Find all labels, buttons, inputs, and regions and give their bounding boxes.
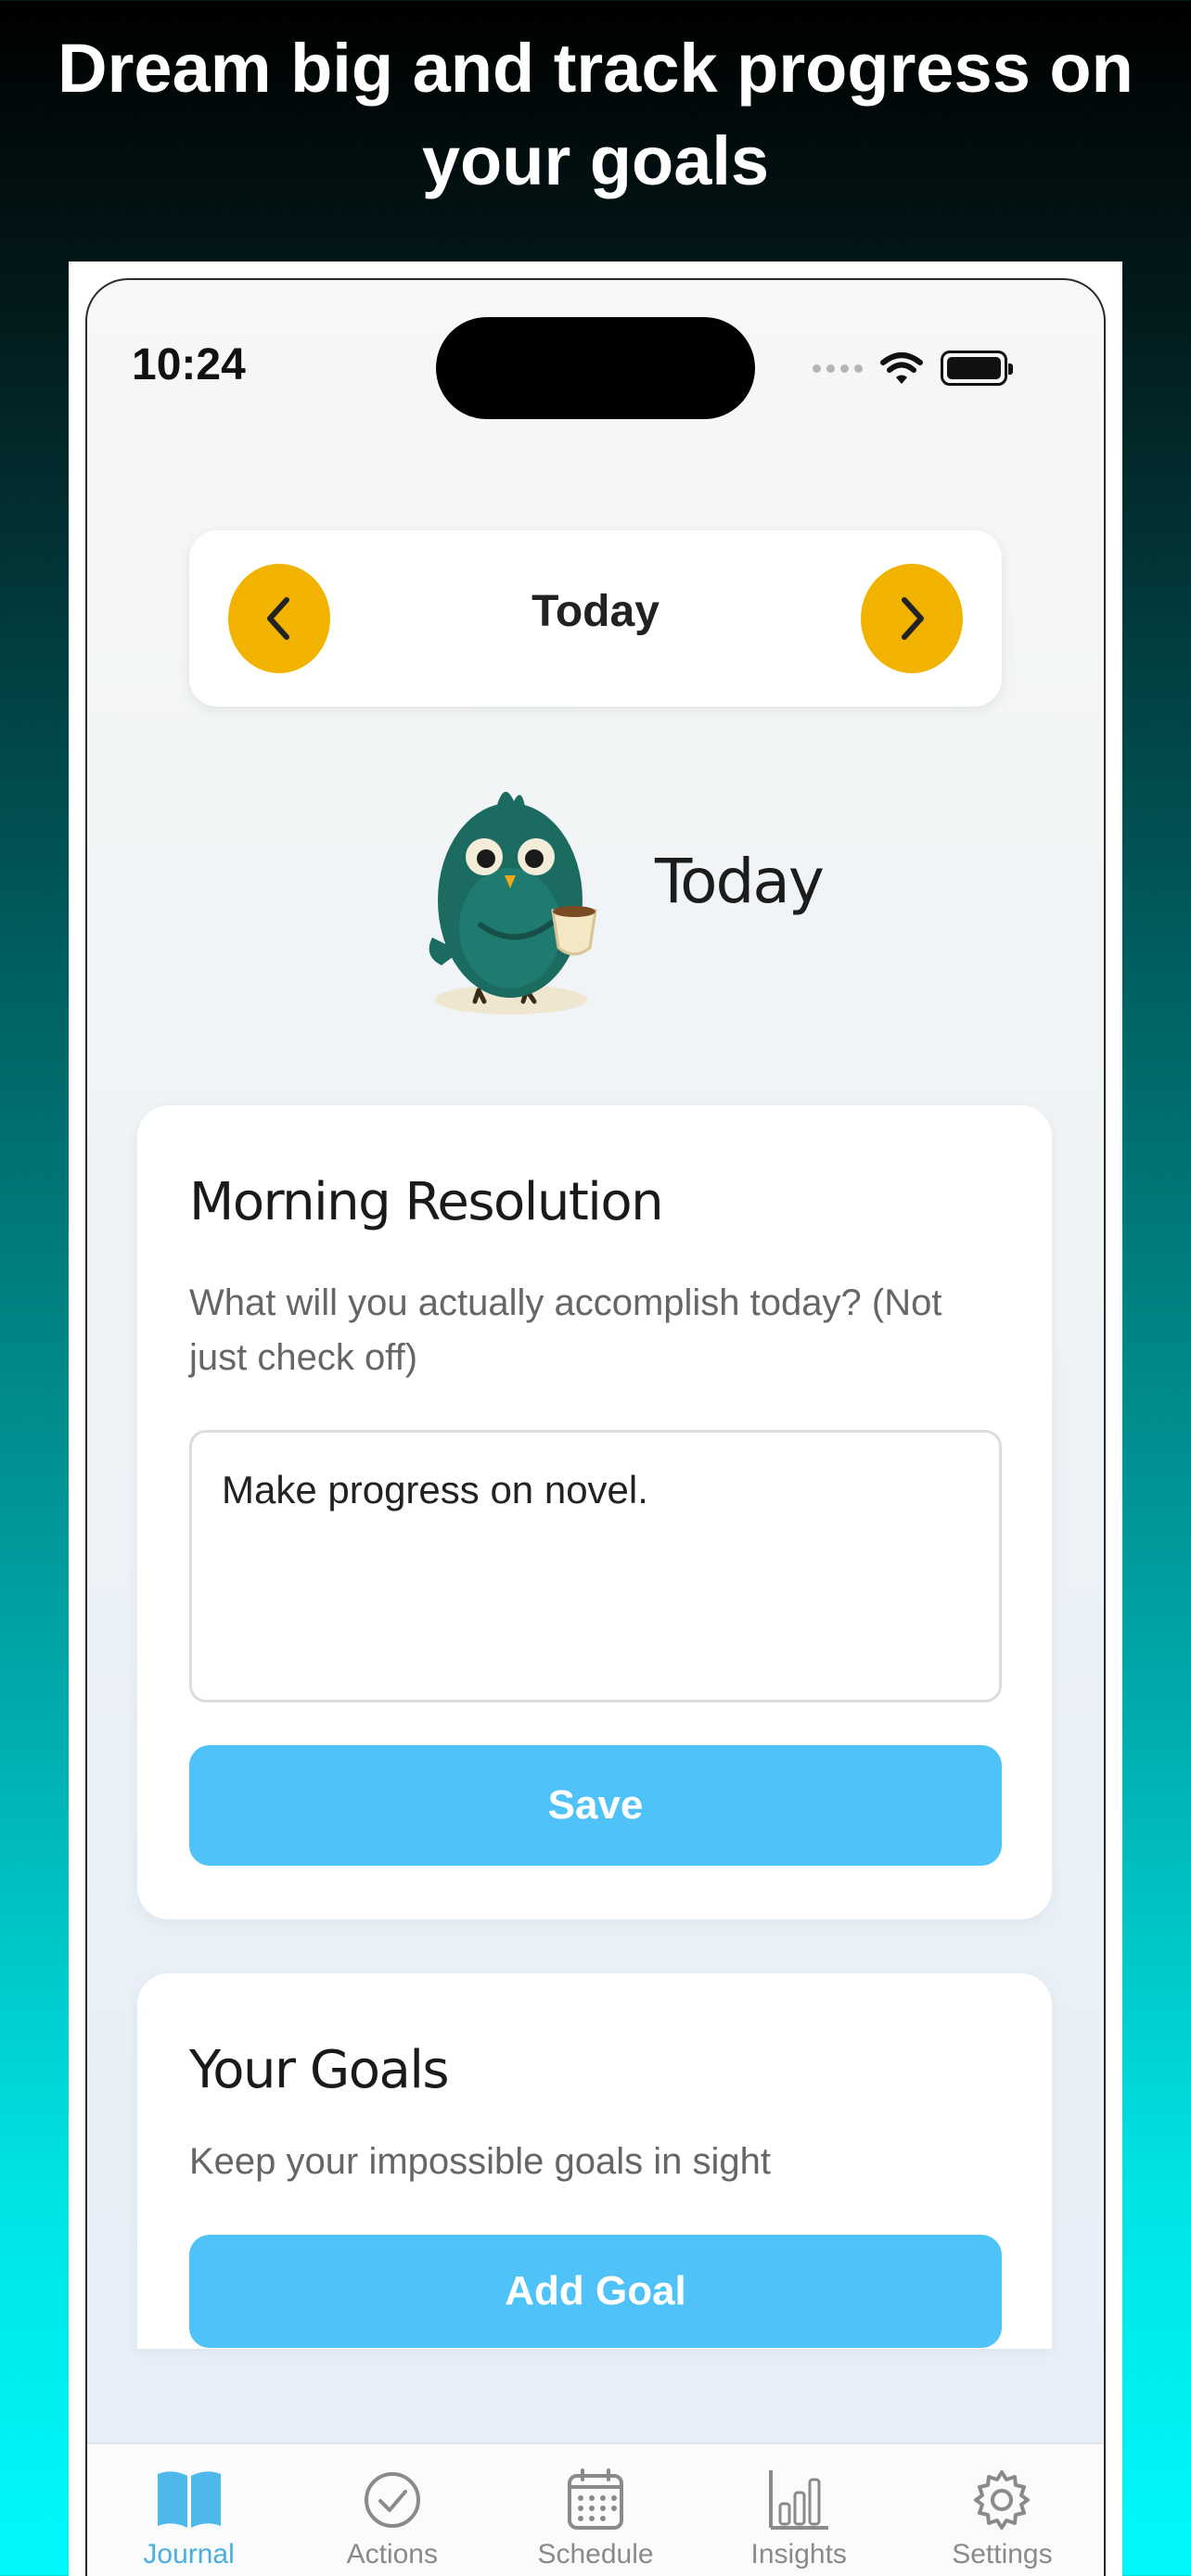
tab-schedule[interactable]: Schedule: [493, 2444, 697, 2576]
tab-label: Insights: [750, 2539, 847, 2570]
bar-chart-icon: [769, 2470, 829, 2530]
resolution-input[interactable]: Make progress on novel.: [189, 1430, 1002, 1702]
battery-icon: [941, 351, 1013, 386]
tab-label: Schedule: [537, 2539, 654, 2570]
tab-settings[interactable]: Settings: [901, 2444, 1104, 2576]
book-icon: [157, 2471, 221, 2528]
status-time: 10:24: [132, 340, 246, 389]
check-circle-icon: [364, 2472, 420, 2528]
add-goal-button[interactable]: Add Goal: [189, 2235, 1002, 2348]
gear-icon: [974, 2470, 1031, 2530]
signal-icon: [813, 363, 863, 373]
your-goals-card: Your Goals Keep your impossible goals in…: [137, 1973, 1052, 2349]
card-title: Morning Resolution: [189, 1172, 664, 1232]
headline: Dream big and track progress on your goa…: [58, 30, 1133, 199]
dynamic-island: [436, 317, 755, 419]
card-title: Your Goals: [189, 2040, 450, 2100]
tab-label: Journal: [143, 2539, 235, 2570]
tab-label: Settings: [952, 2539, 1053, 2570]
morning-resolution-card: Morning Resolution What will you actuall…: [137, 1105, 1052, 1919]
next-day-button[interactable]: [861, 564, 963, 673]
tab-label: Actions: [346, 2539, 438, 2570]
card-subtitle: Keep your impossible goals in sight: [189, 2141, 772, 2182]
tab-insights[interactable]: Insights: [698, 2444, 901, 2576]
tab-journal[interactable]: Journal: [87, 2444, 290, 2576]
tab-actions[interactable]: Actions: [290, 2444, 493, 2576]
wifi-icon: [880, 352, 923, 384]
bird-mascot-icon: [429, 791, 597, 1014]
date-navigator: Today: [189, 530, 1002, 707]
status-icons: [813, 345, 1013, 391]
tab-bar: Journal Actions Schedule Insights Settin…: [87, 2442, 1104, 2576]
save-button[interactable]: Save: [189, 1745, 1002, 1866]
calendar-icon: [568, 2468, 623, 2530]
card-subtitle: What will you actually accomplish today?…: [189, 1282, 942, 1378]
chevron-right-icon: [902, 597, 924, 640]
mascot-title: Today: [655, 846, 825, 917]
